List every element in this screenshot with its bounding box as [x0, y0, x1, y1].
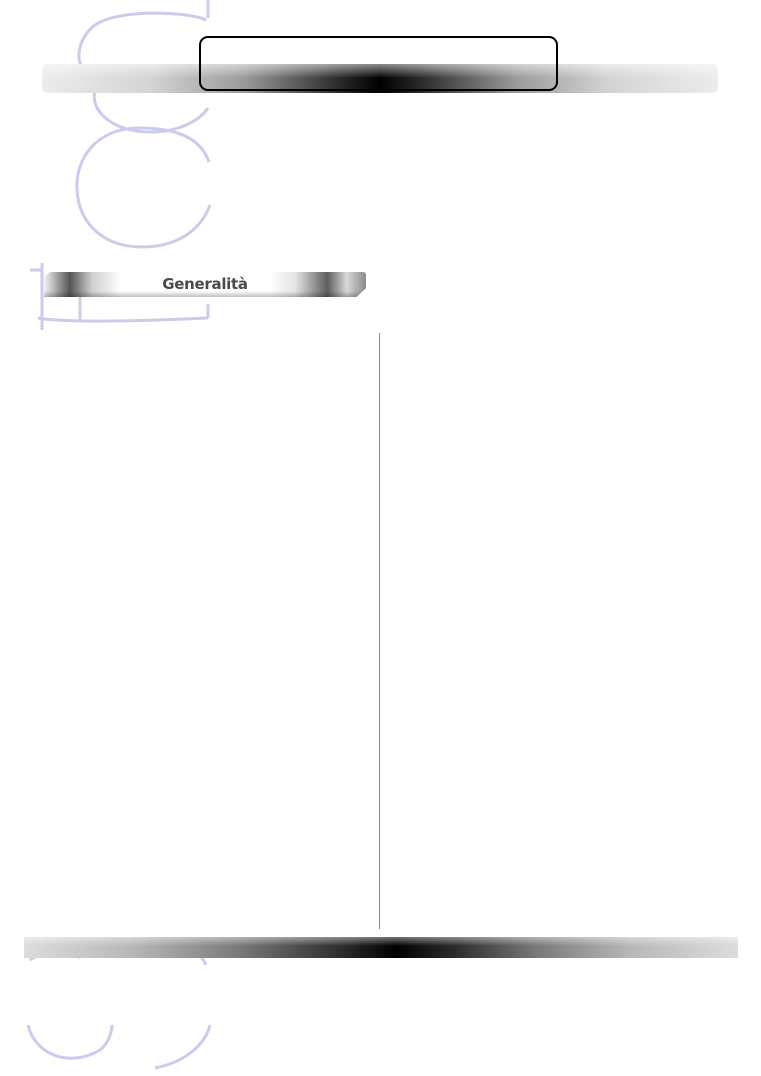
- section-tab: Generalità: [44, 272, 366, 297]
- watermark-graphic: [26, 0, 212, 1070]
- column-divider: [379, 333, 380, 929]
- section-title: Generalità: [162, 275, 248, 293]
- page-title-box: [199, 36, 558, 91]
- footer-band: [24, 937, 738, 958]
